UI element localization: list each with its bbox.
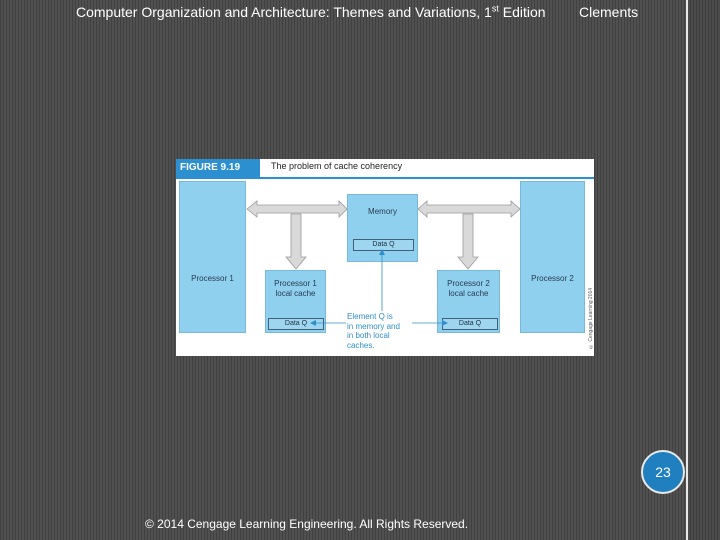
figure-arrows [246, 200, 521, 326]
cache-coherency-figure: FIGURE 9.19 The problem of cache coheren… [176, 159, 594, 356]
page-number-badge: 23 [641, 450, 685, 494]
down-arrow-cache-1 [285, 213, 307, 270]
down-arrow-cache-2 [457, 213, 479, 270]
footer-copyright: © 2014 Cengage Learning Engineering. All… [145, 517, 469, 531]
slide-header-author: Clements [579, 4, 639, 20]
slide-header-title: Computer Organization and Architecture: … [76, 3, 546, 20]
slide-border [686, 0, 688, 540]
